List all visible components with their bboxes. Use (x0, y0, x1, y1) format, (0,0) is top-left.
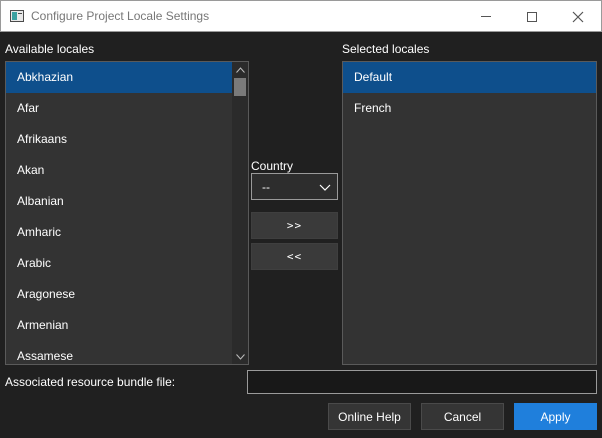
list-item[interactable]: Afrikaans (6, 124, 233, 155)
list-item[interactable]: Assamese (6, 341, 233, 364)
bundle-file-label: Associated resource bundle file: (5, 375, 176, 389)
available-locales-list[interactable]: Abkhazian Afar Afrikaans Akan Albanian Amhari… (5, 61, 249, 365)
apply-button[interactable]: Apply (514, 403, 597, 430)
selected-locales-list[interactable]: Default French (342, 61, 597, 365)
window-title: Configure Project Locale Settings (31, 9, 210, 23)
available-locales-label: Available locales (5, 42, 95, 56)
country-select[interactable]: -- (251, 173, 338, 200)
list-item[interactable]: Armenian (6, 310, 233, 341)
close-icon (572, 11, 584, 22)
bundle-file-input[interactable] (247, 370, 597, 394)
list-item[interactable]: Aragonese (6, 279, 233, 310)
country-select-value: -- (262, 180, 270, 194)
scroll-up-button[interactable] (232, 63, 248, 77)
list-item[interactable]: Default (343, 62, 596, 93)
maximize-icon (527, 11, 537, 22)
cancel-button[interactable]: Cancel (421, 403, 504, 430)
close-button[interactable] (555, 1, 601, 32)
minimize-button[interactable] (463, 1, 509, 32)
remove-locale-button[interactable]: << (251, 243, 338, 270)
list-item[interactable]: Amharic (6, 217, 233, 248)
add-locale-button[interactable]: >> (251, 212, 338, 239)
selected-locales-label: Selected locales (342, 42, 430, 56)
online-help-button[interactable]: Online Help (328, 403, 411, 430)
maximize-button[interactable] (509, 1, 555, 32)
minimize-icon (481, 16, 491, 17)
scroll-down-button[interactable] (232, 350, 248, 364)
available-locales-scrollbar[interactable] (232, 62, 248, 364)
list-item[interactable]: Akan (6, 155, 233, 186)
app-window-icon (10, 10, 24, 22)
country-label: Country (251, 159, 294, 173)
scroll-thumb[interactable] (234, 78, 246, 96)
list-item[interactable]: Albanian (6, 186, 233, 217)
chevron-down-icon (319, 184, 331, 191)
list-item[interactable]: French (343, 93, 596, 124)
chevron-down-icon (235, 354, 245, 360)
list-item[interactable]: Abkhazian (6, 62, 233, 93)
title-bar: Configure Project Locale Settings (0, 0, 602, 32)
list-item[interactable]: Arabic (6, 248, 233, 279)
chevron-up-icon (235, 67, 245, 73)
list-item[interactable]: Afar (6, 93, 233, 124)
